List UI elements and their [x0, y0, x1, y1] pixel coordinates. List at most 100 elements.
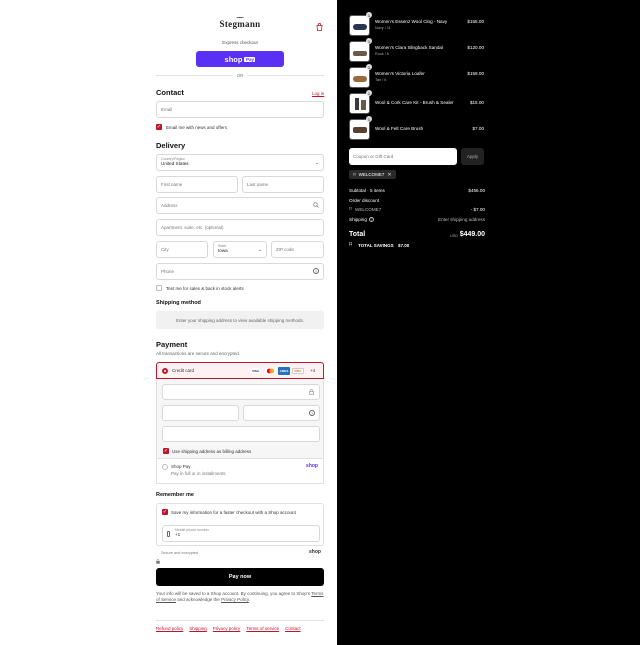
name-on-card-field[interactable] — [162, 426, 320, 442]
country-select[interactable]: Country/Region United States ⌄ — [156, 154, 324, 171]
footer-link-contact[interactable]: Contact — [285, 626, 301, 631]
shop-logo: shop — [309, 549, 321, 555]
address-field[interactable]: Address — [156, 197, 324, 214]
checkout-form-panel: Stegmann Express checkout shop Pay OR Co… — [0, 0, 337, 645]
lock-icon — [309, 389, 314, 396]
mobile-phone-field[interactable]: Mobile phone number +1 — [162, 525, 320, 542]
apartment-field[interactable]: Apartment, suite, etc. (optional) — [156, 219, 324, 236]
billing-address-checkbox[interactable]: ✓ — [163, 448, 169, 454]
card-number-field[interactable] — [162, 384, 320, 400]
amex-icon: AMEX — [278, 367, 290, 375]
help-icon[interactable]: ? — [313, 268, 319, 274]
last-name-field[interactable]: Last name — [242, 176, 324, 193]
item-price: $120.00 — [467, 45, 484, 50]
item-price: $15.00 — [469, 100, 484, 105]
save-info-checkbox[interactable]: ✓ — [162, 509, 168, 515]
item-quantity-badge: 1 — [366, 38, 372, 44]
order-discount-label: Order discount — [349, 198, 380, 203]
country-value: United States — [161, 161, 189, 166]
or-text: OR — [233, 73, 247, 78]
item-name: Wool & Felt Care Brush — [375, 126, 424, 131]
news-label: Email me with news and offers — [166, 125, 227, 130]
pay-now-button[interactable]: Pay now — [156, 568, 324, 586]
login-link[interactable]: Log in — [312, 91, 324, 96]
chevron-down-icon: ⌄ — [257, 247, 262, 253]
visa-icon: VISA — [250, 368, 261, 374]
contact-heading: Contact — [156, 88, 184, 97]
credit-card-form: ? ✓ Use shipping address as billing addr… — [156, 379, 324, 459]
item-thumbnail — [349, 15, 370, 36]
billing-address-label: Use shipping address as billing address — [172, 449, 252, 454]
shipping-value: Enter shipping address — [438, 217, 485, 222]
order-summary-panel: 1 Women's Essenz Wool Clog - Navy Navy /… — [337, 0, 640, 645]
security-code-field[interactable]: ? — [243, 405, 320, 421]
expiration-field[interactable] — [162, 405, 239, 421]
disclaimer-end: . — [248, 597, 251, 602]
credit-card-label: Credit card — [172, 368, 195, 373]
footer-link-refund[interactable]: Refund policy — [156, 626, 183, 631]
disclaimer-text-2: and acknowledge the — [177, 597, 220, 602]
apply-label: Apply — [466, 154, 479, 159]
express-checkout-label: Express checkout — [222, 40, 258, 45]
footer-link-terms[interactable]: Terms of service — [246, 626, 279, 631]
applied-code: WELCOME7 — [358, 172, 385, 177]
shop-pay-express-button[interactable]: shop Pay — [196, 51, 284, 67]
help-icon[interactable]: ? — [309, 410, 315, 416]
footer-link-shipping[interactable]: Shipping — [189, 626, 207, 631]
shop-pay-label: Shop Pay — [171, 464, 191, 469]
radio-unselected-icon — [162, 464, 168, 470]
item-name: Wool & Cork Care Kit - Brush & Sealer — [375, 100, 454, 105]
footer-links: Refund policy Shipping Privacy policy Te… — [156, 626, 301, 631]
first-name-placeholder: First name — [161, 182, 183, 187]
privacy-link[interactable]: Privacy Policy — [221, 597, 249, 602]
discount-code: WELCOME7 — [355, 207, 382, 212]
item-thumbnail — [349, 119, 370, 140]
remember-me-box: ✓ Save my information for a faster check… — [156, 503, 324, 546]
remember-me-heading: Remember me — [156, 492, 194, 498]
discount-value: - $7.00 — [470, 207, 485, 212]
remove-code-icon[interactable]: ✕ — [387, 172, 391, 178]
payment-heading: Payment — [156, 340, 188, 349]
shop-pay-wordmark: shop — [224, 54, 243, 64]
shipping-label: Shipping — [349, 217, 367, 222]
coupon-placeholder: Coupon or Gift Card — [353, 154, 394, 159]
subtotal-label: Subtotal · 5 items — [349, 188, 385, 193]
state-select[interactable]: State Iowa ⌄ — [213, 241, 267, 258]
credit-card-option[interactable]: Credit card VISA AMEX DISC +4 — [156, 362, 324, 379]
first-name-field[interactable]: First name — [156, 176, 238, 193]
news-checkbox[interactable]: ✓ — [156, 124, 162, 130]
email-field[interactable]: Email — [156, 101, 324, 118]
disclaimer-text: Your info will be saved to a Shop accoun… — [156, 591, 311, 596]
payment-subtext: All transactions are secure and encrypte… — [156, 351, 241, 356]
discover-icon: DISC — [292, 368, 304, 374]
apply-button[interactable]: Apply — [461, 148, 484, 165]
item-quantity-badge: 1 — [366, 90, 372, 96]
mobile-icon — [167, 531, 170, 537]
secure-lock-icon — [156, 551, 160, 569]
item-variant: Tan / 6 — [375, 78, 387, 82]
savings-value: $7.00 — [398, 243, 410, 248]
total-label: Total — [349, 231, 366, 238]
phone-field[interactable]: Phone ? — [156, 263, 324, 280]
text-me-checkbox[interactable] — [156, 285, 162, 291]
coupon-input[interactable]: Coupon or Gift Card — [349, 148, 457, 165]
radio-selected-icon — [162, 368, 168, 374]
secure-text: Secure and encrypted — [161, 551, 199, 555]
last-name-placeholder: Last name — [247, 182, 269, 187]
item-thumbnail — [349, 93, 370, 114]
cart-bag-icon[interactable] — [316, 18, 323, 31]
savings-tag-icon: ⌑ — [349, 242, 353, 248]
item-thumbnail — [349, 67, 370, 88]
city-field[interactable]: City — [156, 241, 208, 258]
item-variant: Rock / 6 — [375, 52, 389, 56]
help-icon[interactable]: ? — [369, 217, 374, 222]
city-placeholder: City — [161, 247, 169, 252]
shop-pay-option[interactable]: Shop Pay Pay in full or in installments … — [156, 459, 324, 484]
zip-field[interactable]: ZIP code — [271, 241, 324, 258]
apartment-placeholder: Apartment, suite, etc. (optional) — [161, 225, 224, 230]
disclaimer: Your info will be saved to a Shop accoun… — [156, 591, 324, 603]
total-value: $449.00 — [459, 231, 485, 238]
footer-link-privacy[interactable]: Privacy policy — [213, 626, 241, 631]
delivery-heading: Delivery — [156, 141, 186, 150]
brand-logo[interactable]: Stegmann — [218, 17, 262, 29]
